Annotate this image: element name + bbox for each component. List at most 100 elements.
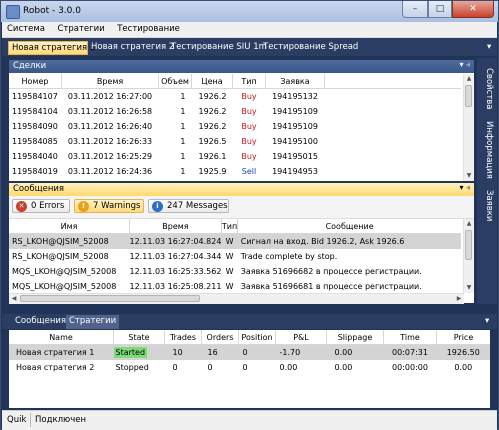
strategy-pnl: 0.00	[279, 363, 298, 372]
table-row[interactable]: 119584107 03.11.2012 16:27:00 1 1926.2 B…	[9, 89, 461, 105]
trade-price: 1926.2	[198, 122, 227, 131]
messages-vertical-scrollbar[interactable]: ▲ ▼	[463, 219, 474, 293]
table-row[interactable]: 119584040 03.11.2012 16:25:29 1 1926.1 B…	[9, 149, 461, 164]
scroll-down-icon[interactable]: ▼	[464, 283, 474, 293]
table-row[interactable]: Новая стратегия 1 Started 10 16 0 -1.70 …	[9, 344, 490, 360]
table-row[interactable]: RS_LKOH@QJSIM_52008 12.11.03 16:27:04.82…	[9, 233, 461, 249]
minimize-button[interactable]: –	[402, 1, 428, 18]
tab-strategy-1[interactable]: Новая стратегия 1	[8, 41, 95, 55]
scroll-up-icon[interactable]: ▲	[464, 74, 474, 84]
scroll-left-icon[interactable]: ◀	[9, 294, 19, 304]
msg-name: RS_LKOH@QJSIM_52008	[12, 252, 109, 261]
col-time[interactable]: Время	[61, 74, 159, 89]
trade-volume: 1	[180, 107, 186, 116]
side-tab-orders[interactable]: Заявки	[480, 186, 494, 226]
trade-volume: 1	[180, 152, 186, 161]
col-order[interactable]: Заявка	[265, 74, 325, 89]
trade-number: 119584019	[12, 167, 58, 176]
col-position[interactable]: Position	[238, 330, 276, 345]
tab-strategy-2[interactable]: Новая стратегия 2	[88, 41, 177, 55]
messages-horizontal-scrollbar[interactable]: ◀ ▶	[9, 293, 464, 304]
strategy-name: Новая стратегия 1	[16, 348, 95, 357]
warnings-filter-button[interactable]: ! 7 Warnings	[74, 199, 144, 213]
scroll-up-icon[interactable]: ▲	[464, 219, 474, 229]
trade-type: Buy	[241, 107, 257, 116]
trade-price: 1926.5	[198, 137, 227, 146]
side-tab-information[interactable]: Информация	[480, 120, 494, 180]
trade-type: Sell	[241, 167, 257, 176]
doc-tabs-menu-icon[interactable]: ▾	[484, 41, 494, 55]
tab-testing-spread[interactable]: Тестирование Spread	[260, 41, 361, 55]
col-volume[interactable]: Объем	[158, 74, 192, 89]
col-price[interactable]: Цена	[191, 74, 233, 89]
messages-pane-header: Сообщения ▾ ⫞	[9, 183, 474, 196]
col-slippage[interactable]: Slippage	[326, 330, 384, 345]
tab-strategies[interactable]: Стратегии	[66, 315, 120, 329]
app-icon	[6, 5, 20, 19]
col-msg-time[interactable]: Время	[129, 219, 222, 234]
maximize-button[interactable]: □	[428, 1, 452, 18]
strategy-slippage: 0.00	[334, 348, 353, 357]
table-row[interactable]: 119584104 03.11.2012 16:26:58 1 1926.2 B…	[9, 104, 461, 119]
messages-filter-button[interactable]: i 247 Messages	[148, 199, 229, 213]
col-number[interactable]: Номер	[9, 74, 62, 89]
col-state[interactable]: State	[113, 330, 165, 345]
table-row[interactable]: MQS_LKOH@QJSIM_52008 12.11.03 16:25:08.2…	[9, 279, 461, 294]
close-button[interactable]: ✕	[452, 1, 494, 18]
scroll-down-icon[interactable]: ▼	[464, 171, 474, 181]
title-bar[interactable]: Robot - 3.0.0 – □ ✕	[1, 1, 498, 22]
info-icon: i	[152, 201, 163, 212]
messages-pane-pin-icon[interactable]: ▾ ⫞	[459, 183, 470, 193]
msg-name: RS_LKOH@QJSIM_52008	[12, 237, 109, 246]
strategies-pane: Name State Trades Orders Position P&L Sl…	[9, 330, 490, 408]
table-row[interactable]: 119584019 03.11.2012 16:24:36 1 1925.9 S…	[9, 164, 461, 179]
warning-icon: !	[78, 201, 89, 212]
trades-pane-pin-icon[interactable]: ▾ ⫞	[459, 60, 470, 70]
trade-volume: 1	[180, 137, 186, 146]
strategy-price: 1926.50	[446, 348, 480, 357]
col-name[interactable]: Имя	[9, 219, 130, 234]
menu-strategies[interactable]: Стратегии	[52, 22, 109, 34]
col-strategy-time[interactable]: Time	[383, 330, 437, 345]
col-strategy-name[interactable]: Name	[9, 330, 114, 345]
trade-volume: 1	[180, 122, 186, 131]
side-tab-properties[interactable]: Свойства	[480, 64, 494, 114]
errors-filter-button[interactable]: ✕ 0 Errors	[12, 199, 70, 213]
strategy-trades: 10	[172, 348, 183, 357]
msg-text: Заявка 51696681 в процессе регистрации.	[240, 282, 422, 291]
strategies-header-row: Name State Trades Orders Position P&L Sl…	[9, 330, 490, 345]
scroll-thumb[interactable]	[20, 295, 200, 302]
bottom-tabs-menu-icon[interactable]: ▾	[482, 315, 492, 329]
messages-table: Имя Время Тип Сообщение RS_LKOH@QJSIM_52…	[9, 219, 461, 294]
col-strategy-price[interactable]: Price	[436, 330, 490, 345]
col-orders[interactable]: Orders	[201, 330, 239, 345]
col-type[interactable]: Тип	[232, 74, 266, 89]
col-pnl[interactable]: P&L	[275, 330, 327, 345]
msg-type: W	[225, 282, 234, 291]
row-filler	[325, 104, 462, 119]
status-separator	[30, 413, 31, 427]
tab-messages[interactable]: Сообщения	[12, 315, 69, 329]
scroll-thumb[interactable]	[465, 230, 472, 260]
col-message[interactable]: Сообщение	[237, 219, 461, 234]
trades-pane-title: Сделки	[13, 61, 47, 71]
trade-price: 1926.2	[198, 107, 227, 116]
table-row[interactable]: 119584085 03.11.2012 16:26:33 1 1926.5 B…	[9, 134, 461, 149]
menu-system[interactable]: Система	[2, 22, 50, 34]
col-trades[interactable]: Trades	[164, 330, 202, 345]
trade-type: Buy	[241, 92, 257, 101]
strategy-time: 00:00:00	[392, 363, 428, 372]
col-msg-type[interactable]: Тип	[221, 219, 239, 234]
table-row[interactable]: RS_LKOH@QJSIM_52008 12.11.03 16:27:04.34…	[9, 249, 461, 264]
strategy-name: Новая стратегия 2	[16, 363, 95, 372]
table-row[interactable]: 119584090 03.11.2012 16:26:40 1 1926.2 B…	[9, 119, 461, 134]
table-row[interactable]: Новая стратегия 2 Stopped 0 0 0 0.00 0.0…	[9, 360, 490, 375]
scroll-thumb[interactable]	[465, 85, 472, 107]
scroll-right-icon[interactable]: ▶	[454, 294, 464, 304]
trades-vertical-scrollbar[interactable]: ▲ ▼	[463, 74, 474, 181]
tab-testing-siu[interactable]: Тестирование SIU 1m	[168, 41, 270, 55]
table-row[interactable]: MQS_LKOH@QJSIM_52008 12.11.03 16:25:33.5…	[9, 264, 461, 279]
menu-testing[interactable]: Тестирование	[112, 22, 185, 34]
trade-price: 1926.2	[198, 92, 227, 101]
messages-filter-label: 247 Messages	[167, 201, 228, 211]
